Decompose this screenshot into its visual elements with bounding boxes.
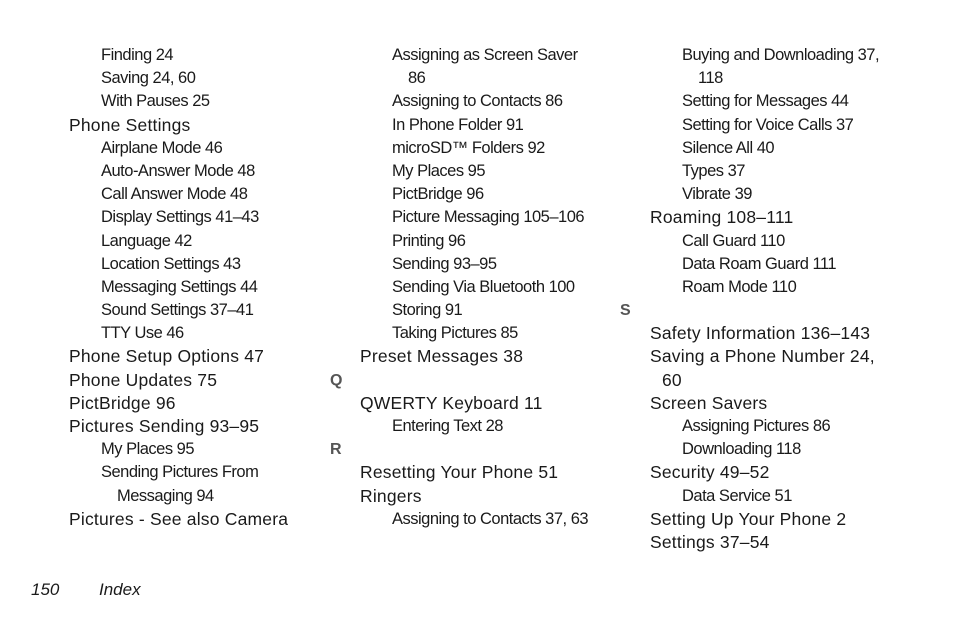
index-entry-continuation: 118 <box>698 69 723 88</box>
index-sub-entry: Assigning to Contacts 86 <box>392 92 563 111</box>
page-footer: 150 Index <box>31 580 141 600</box>
index-sub-entry: Silence All 40 <box>682 138 775 157</box>
index-sub-entry: Setting for Voice Calls 37 <box>682 115 854 134</box>
index-sub-entry: Setting for Messages 44 <box>682 92 849 111</box>
index-sub-entry: Entering Text 28 <box>392 417 503 435</box>
index-main-entry: Saving a Phone Number 24, <box>650 346 875 367</box>
index-sub-entry: My Places 95 <box>101 440 195 459</box>
index-letter-heading: S <box>620 302 631 320</box>
index-sub-entry: Sending 93–95 <box>392 254 497 273</box>
index-sub-entry: Printing 96 <box>392 231 466 250</box>
index-column-1: Finding 24 Saving 24, 60 With Pauses 25 Pho… <box>69 44 288 531</box>
index-main-entry: Phone Updates 75 <box>69 369 218 390</box>
index-column-2: Assigning as Screen Saver 86 Assigning to … <box>330 44 589 531</box>
index-main-entry: Pictures Sending 93–95 <box>69 416 260 436</box>
index-main-entry: Pictures - See also Camera <box>69 508 289 529</box>
index-entry-continuation: Messaging 94 <box>117 486 214 505</box>
index-sub-entry: Buying and Downloading 37, <box>682 46 880 64</box>
section-title: Index <box>99 580 141 599</box>
index-main-entry: Phone Setup Options 47 <box>69 346 265 367</box>
index-sub-entry: Sending Pictures From <box>101 463 259 482</box>
index-sub-entry: Data Roam Guard 111 <box>682 254 837 273</box>
index-sub-entry: Call Answer Mode 48 <box>101 185 248 204</box>
index-sub-entry: In Phone Folder 91 <box>392 115 524 134</box>
index-sub-entry: Location Settings 43 <box>101 254 241 273</box>
index-sub-entry: Storing 91 <box>392 301 463 320</box>
index-main-entry: Phone Settings <box>69 114 191 135</box>
index-sub-entry: Roam Mode 110 <box>682 277 797 296</box>
index-sub-entry: Assigning as Screen Saver <box>392 46 578 64</box>
index-sub-entry: Saving 24, 60 <box>101 69 196 88</box>
index-sub-entry: Data Service 51 <box>682 486 792 505</box>
index-main-entry: Preset Messages 38 <box>360 346 524 367</box>
index-sub-entry: Vibrate 39 <box>682 185 752 204</box>
index-main-entry: Safety Information 136–143 <box>650 323 871 344</box>
index-main-entry: Ringers <box>360 485 422 506</box>
index-sub-entry: Call Guard 110 <box>682 231 785 250</box>
index-sub-entry: TTY Use 46 <box>101 324 184 343</box>
index-main-entry: Screen Savers <box>650 392 768 413</box>
index-sub-entry: Airplane Mode 46 <box>101 138 223 157</box>
index-sub-entry: PictBridge 96 <box>392 185 484 204</box>
index-sub-entry: Messaging Settings 44 <box>101 277 258 296</box>
index-sub-entry: Downloading 118 <box>682 440 801 459</box>
index-sub-entry: Sound Settings 37–41 <box>101 301 254 320</box>
index-entry-continuation: 60 <box>662 369 682 390</box>
index-sub-entry: My Places 95 <box>392 161 486 180</box>
index-letter-heading: Q <box>330 371 343 389</box>
index-main-entry: QWERTY Keyboard 11 <box>360 392 543 413</box>
index-sub-entry: Auto-Answer Mode 48 <box>101 161 255 180</box>
index-sub-entry: Assigning Pictures 86 <box>682 417 831 435</box>
index-sub-entry: Taking Pictures 85 <box>392 324 518 343</box>
index-sub-entry: Language 42 <box>101 231 192 250</box>
index-sub-entry: Picture Messaging 105–106 <box>392 208 585 227</box>
index-sub-entry: Sending Via Bluetooth 100 <box>392 277 575 296</box>
index-column-3: Buying and Downloading 37, 118 Setting for… <box>620 44 880 554</box>
index-sub-entry: Assigning to Contacts 37, 63 <box>392 509 589 528</box>
index-main-entry: PictBridge 96 <box>69 392 176 413</box>
index-sub-entry: Display Settings 41–43 <box>101 208 259 227</box>
index-sub-entry: Finding 24 <box>101 46 174 64</box>
index-sub-entry: microSD™ Folders 92 <box>392 138 545 157</box>
index-main-entry: Settings 37–54 <box>650 531 770 552</box>
index-entry-continuation: 86 <box>408 69 426 88</box>
index-sub-entry: With Pauses 25 <box>101 92 210 111</box>
index-main-entry: Setting Up Your Phone 2 <box>650 508 847 529</box>
index-main-entry: Roaming 108–111 <box>650 207 794 228</box>
page-number: 150 <box>31 580 60 599</box>
index-sub-entry: Types 37 <box>682 161 745 180</box>
index-letter-heading: R <box>330 441 342 459</box>
index-main-entry: Security 49–52 <box>650 462 770 483</box>
index-main-entry: Resetting Your Phone 51 <box>360 462 559 483</box>
